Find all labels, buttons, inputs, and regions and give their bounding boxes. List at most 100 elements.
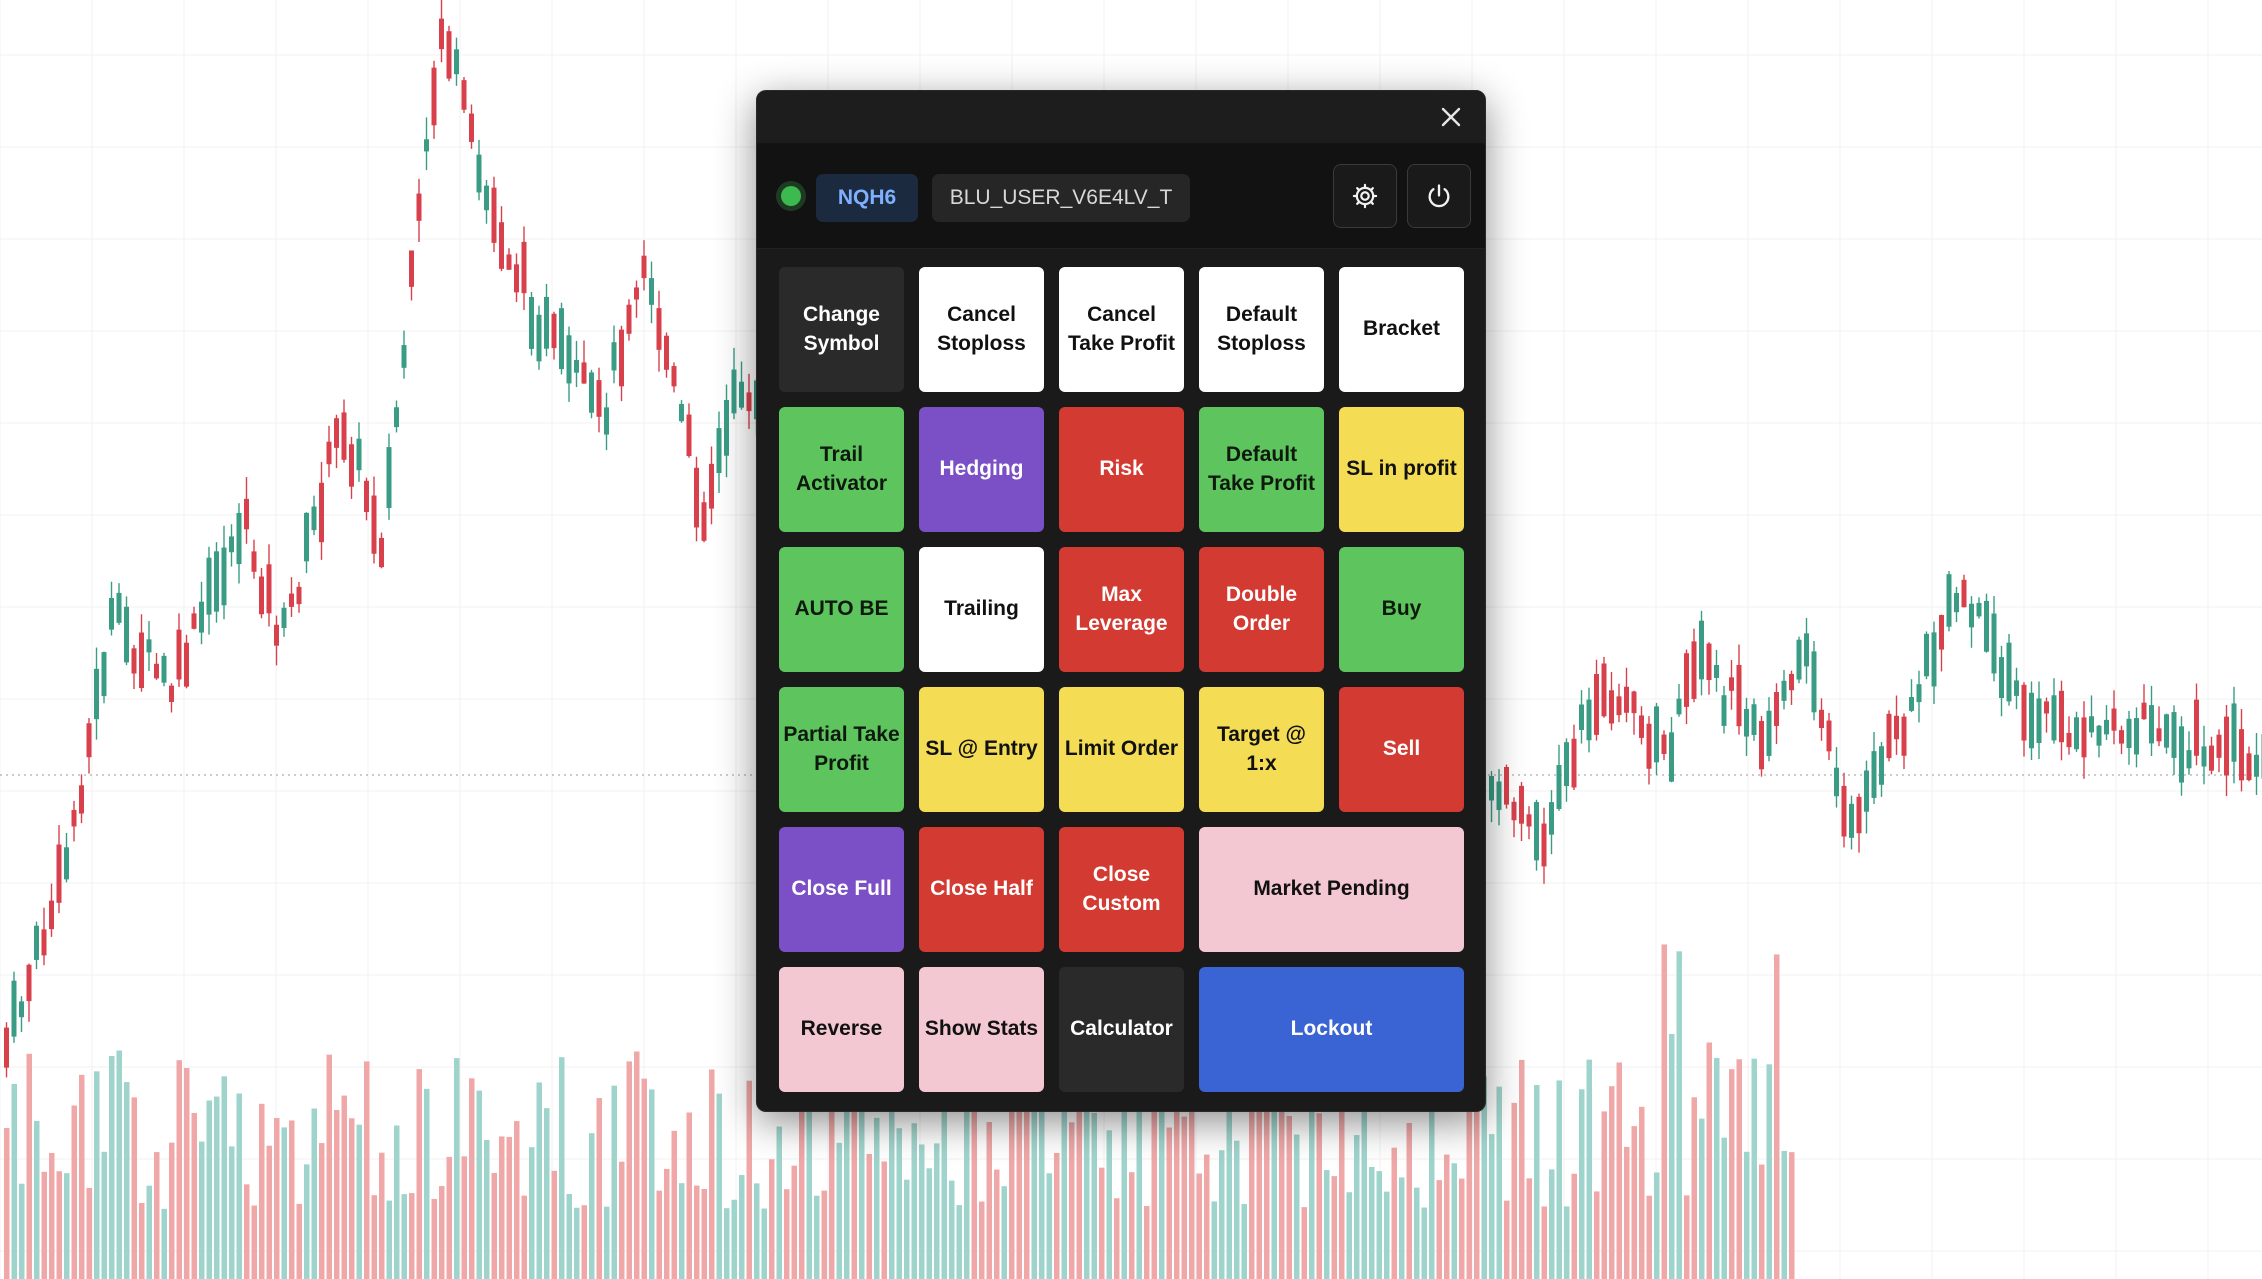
close-custom-button[interactable]: Close Custom bbox=[1059, 827, 1184, 952]
volume-bar bbox=[274, 1118, 280, 1279]
volume-bar bbox=[1564, 1206, 1570, 1279]
volume-bar bbox=[1616, 1062, 1622, 1279]
volume-bar bbox=[1669, 1033, 1675, 1279]
auto-be-button[interactable]: AUTO BE bbox=[779, 547, 904, 672]
candle-body bbox=[664, 335, 669, 370]
panel-titlebar[interactable] bbox=[757, 91, 1485, 144]
sl-at-entry-button[interactable]: SL @ Entry bbox=[919, 687, 1044, 812]
volume-bar bbox=[1241, 1204, 1247, 1279]
risk-button[interactable]: Risk bbox=[1059, 407, 1184, 532]
target-ratio-button[interactable]: Target @ 1:x bbox=[1199, 687, 1324, 812]
double-order-button[interactable]: Double Order bbox=[1199, 547, 1324, 672]
default-stoploss-button[interactable]: Default Stoploss bbox=[1199, 267, 1324, 392]
candle-body bbox=[1496, 781, 1502, 810]
candle-body bbox=[1526, 814, 1532, 827]
candle-body bbox=[2021, 684, 2027, 741]
candle-body bbox=[169, 685, 174, 702]
candle-body bbox=[341, 412, 347, 460]
candle-body bbox=[746, 392, 752, 412]
limit-order-button[interactable]: Limit Order bbox=[1059, 687, 1184, 812]
volume-bar bbox=[1661, 944, 1667, 1279]
volume-bar bbox=[746, 1080, 752, 1279]
candle-body bbox=[1991, 613, 1997, 674]
volume-bar bbox=[94, 1071, 100, 1279]
candle-body bbox=[1909, 697, 1914, 711]
volume-bar bbox=[821, 1190, 827, 1279]
volume-bar bbox=[986, 1122, 992, 1279]
sell-button[interactable]: Sell bbox=[1339, 687, 1464, 812]
partial-take-profit-button[interactable]: Partial Take Profit bbox=[779, 687, 904, 812]
volume-bar bbox=[1129, 1172, 1135, 1279]
candle-body bbox=[1871, 751, 1877, 798]
candle-body bbox=[2006, 642, 2012, 702]
candle-body bbox=[356, 438, 362, 471]
volume-bar bbox=[184, 1068, 190, 1279]
volume-bar bbox=[281, 1127, 287, 1279]
buy-button[interactable]: Buy bbox=[1339, 547, 1464, 672]
power-button[interactable] bbox=[1407, 164, 1471, 228]
volume-bar bbox=[611, 1085, 617, 1279]
volume-bar bbox=[26, 1053, 32, 1279]
lockout-button[interactable]: Lockout bbox=[1199, 967, 1464, 1092]
candle-body bbox=[26, 964, 32, 1002]
volume-bar bbox=[1541, 1206, 1547, 1279]
hedging-button[interactable]: Hedging bbox=[919, 407, 1044, 532]
volume-bar bbox=[1609, 1086, 1615, 1279]
trail-activator-button[interactable]: Trail Activator bbox=[779, 407, 904, 532]
candle-body bbox=[311, 506, 317, 531]
volume-bar bbox=[671, 1130, 677, 1279]
close-half-button[interactable]: Close Half bbox=[919, 827, 1044, 952]
settings-button[interactable] bbox=[1333, 164, 1397, 228]
volume-bar bbox=[551, 1170, 557, 1279]
volume-bar bbox=[1249, 1088, 1255, 1279]
volume-bar bbox=[41, 1171, 47, 1279]
candle-body bbox=[221, 547, 227, 606]
bracket-button[interactable]: Bracket bbox=[1339, 267, 1464, 392]
sl-in-profit-button[interactable]: SL in profit bbox=[1339, 407, 1464, 532]
volume-bar bbox=[1279, 1090, 1285, 1279]
volume-bar bbox=[379, 1152, 385, 1279]
candle-body bbox=[1541, 823, 1547, 867]
volume-bar bbox=[889, 1091, 895, 1279]
volume-bar bbox=[919, 1144, 925, 1279]
volume-bar bbox=[439, 1186, 445, 1279]
volume-bar bbox=[484, 1139, 490, 1279]
volume-bar bbox=[431, 1198, 437, 1279]
show-stats-button[interactable]: Show Stats bbox=[919, 967, 1044, 1092]
symbol-badge[interactable]: NQH6 bbox=[816, 174, 918, 222]
volume-bar bbox=[1399, 1177, 1405, 1279]
candle-body bbox=[1699, 620, 1704, 680]
max-leverage-button[interactable]: Max Leverage bbox=[1059, 547, 1184, 672]
change-symbol-button[interactable]: Change Symbol bbox=[779, 267, 904, 392]
candle-body bbox=[1841, 785, 1847, 837]
candle-body bbox=[79, 785, 84, 814]
cancel-stoploss-button[interactable]: Cancel Stoploss bbox=[919, 267, 1044, 392]
volume-bar bbox=[1181, 1116, 1187, 1279]
candle-body bbox=[131, 648, 137, 674]
volume-bar bbox=[559, 1057, 565, 1279]
volume-bar bbox=[416, 1069, 422, 1279]
close-full-button[interactable]: Close Full bbox=[779, 827, 904, 952]
cancel-take-profit-button[interactable]: Cancel Take Profit bbox=[1059, 267, 1184, 392]
trailing-button[interactable]: Trailing bbox=[919, 547, 1044, 672]
candle-body bbox=[1504, 766, 1509, 805]
candle-body bbox=[1601, 663, 1607, 717]
calculator-button[interactable]: Calculator bbox=[1059, 967, 1184, 1092]
candle-body bbox=[379, 537, 384, 568]
volume-bar bbox=[1369, 1166, 1375, 1279]
candle-body bbox=[199, 601, 204, 633]
reverse-button[interactable]: Reverse bbox=[779, 967, 904, 1092]
candle-body bbox=[2224, 716, 2229, 776]
default-take-profit-button[interactable]: Default Take Profit bbox=[1199, 407, 1324, 532]
volume-bar bbox=[124, 1082, 130, 1279]
volume-bar bbox=[1376, 1171, 1382, 1279]
candle-body bbox=[124, 606, 129, 663]
candle-body bbox=[214, 551, 219, 612]
candle-body bbox=[1579, 704, 1584, 730]
market-pending-button[interactable]: Market Pending bbox=[1199, 827, 1464, 952]
volume-bar bbox=[1219, 1150, 1225, 1279]
candle-body bbox=[1856, 796, 1862, 834]
close-icon[interactable] bbox=[1435, 101, 1467, 133]
candle-body bbox=[2201, 746, 2207, 767]
candle-body bbox=[1774, 692, 1779, 726]
